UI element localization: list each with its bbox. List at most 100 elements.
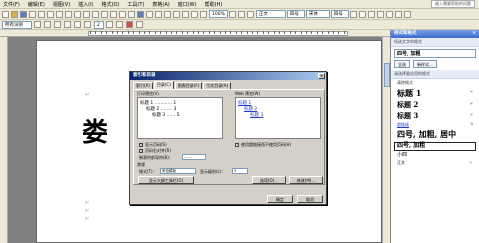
tab-index[interactable]: 索引(X) [133, 82, 153, 89]
format-painter-icon[interactable] [110, 10, 117, 18]
show-formatting-icon[interactable] [116, 21, 123, 28]
tab-toc[interactable]: 目录(C) [153, 81, 174, 89]
document-map-icon[interactable] [191, 10, 198, 18]
style-select[interactable]: 正文 [255, 10, 286, 18]
new-icon[interactable] [2, 10, 9, 18]
show-levels-spinner[interactable]: 3 [232, 168, 248, 174]
menu-insert[interactable]: 插入(I) [78, 1, 93, 8]
move-up-icon[interactable] [54, 21, 61, 28]
permission-icon[interactable] [29, 10, 36, 18]
spelling-icon[interactable] [65, 10, 72, 18]
current-format-box[interactable]: 四号, 加粗 [394, 49, 476, 58]
help-icon[interactable] [228, 10, 236, 18]
promote-icon[interactable] [34, 21, 41, 28]
demote-icon[interactable] [44, 21, 51, 28]
align-left-icon[interactable] [376, 10, 384, 18]
tab-leader-select[interactable]: ....... [182, 154, 206, 160]
email-icon[interactable] [38, 10, 45, 18]
research-icon[interactable] [74, 10, 81, 18]
general-group-label: 常规 [137, 162, 145, 167]
menu-table[interactable]: 表格(A) [152, 1, 169, 8]
justify-icon[interactable] [403, 10, 411, 18]
show-level-select[interactable]: 2 [94, 20, 104, 29]
tab-table-of-figures[interactable]: 图表目录(F) [174, 82, 203, 89]
menu-file[interactable]: 文件(F) [3, 1, 20, 8]
close-icon[interactable]: × [472, 30, 476, 38]
menu-help[interactable]: 帮助(H) [205, 1, 223, 8]
tables-icon[interactable] [146, 10, 153, 18]
cut-icon[interactable] [83, 10, 90, 18]
print-preview-icon[interactable] [56, 10, 63, 18]
right-align-checkbox[interactable]: ✓ 页码右对齐(R) [139, 148, 171, 154]
columns-icon[interactable] [173, 10, 180, 18]
collapse-icon[interactable] [84, 21, 91, 28]
font-size-select-2[interactable]: 四号 [330, 10, 349, 18]
styles-icon[interactable] [246, 10, 254, 18]
outline-level-select[interactable]: 所有词语 [2, 20, 32, 29]
underline-icon[interactable] [367, 10, 375, 18]
format-item-heading-2[interactable]: 标题 2 ↵ [394, 100, 476, 110]
save-icon[interactable] [20, 10, 27, 18]
move-down-icon[interactable] [64, 21, 71, 28]
excel-icon[interactable] [164, 10, 171, 18]
show-hide-icon[interactable] [200, 10, 207, 18]
font-select[interactable]: 宋体 [305, 10, 330, 18]
format-item-bold-centered[interactable]: 四号, 加粗, 居中 [394, 129, 476, 140]
current-format-label: 所选文字的格式 [391, 38, 479, 47]
format-item-heading-1[interactable]: 标题 1 ↵ [394, 88, 476, 99]
first-line-icon[interactable] [106, 21, 113, 28]
goto-toc-icon[interactable] [136, 21, 143, 28]
italic-icon[interactable] [358, 10, 366, 18]
use-hyperlinks-checkbox[interactable]: ✓ 使用超链接而不使用页码(H) [235, 142, 291, 148]
options-button[interactable]: 选项(O)... [252, 176, 286, 184]
format-item-body[interactable]: 正文 ↵ [394, 160, 476, 167]
zoom-select[interactable]: 100% [209, 10, 228, 18]
align-center-icon[interactable] [385, 10, 393, 18]
show-outline-toolbar-button[interactable]: 显示大纲工具栏(O) [138, 176, 194, 184]
format-item-bold[interactable]: 四号, 加粗 [394, 141, 476, 151]
format-item-hyperlink[interactable]: 超链接 a [394, 122, 476, 129]
ruler-tick [343, 31, 345, 34]
check-icon: ✓ [139, 149, 143, 153]
tab-table-of-authorities[interactable]: 引文目录(A) [203, 82, 232, 89]
bold-icon[interactable] [349, 10, 357, 18]
menu-edit[interactable]: 编辑(E) [28, 1, 45, 8]
menu-tools[interactable]: 工具(T) [127, 1, 144, 8]
print-icon[interactable] [47, 10, 54, 18]
menu-window[interactable]: 窗口(W) [178, 1, 197, 8]
vertical-ruler[interactable] [0, 37, 8, 243]
paste-icon[interactable] [101, 10, 108, 18]
cancel-button[interactable]: 取消 [297, 195, 323, 203]
drawing-icon[interactable] [182, 10, 189, 18]
align-right-icon[interactable] [394, 10, 402, 18]
format-item-clear[interactable]: 清除格式 [394, 80, 476, 87]
insert-table-icon[interactable] [155, 10, 162, 18]
ruler-tick [198, 31, 199, 34]
formats-select[interactable]: 来自模板 [160, 168, 196, 174]
format-item-small-four[interactable]: 小四 [394, 152, 476, 160]
redo-icon[interactable] [128, 10, 135, 18]
dialog-titlebar[interactable]: 索引和目录 × [130, 72, 326, 80]
read-icon[interactable] [237, 10, 245, 18]
ok-button[interactable]: 确定 [267, 195, 293, 203]
menu-format[interactable]: 格式(O) [102, 1, 120, 8]
close-icon[interactable]: × [318, 73, 325, 79]
update-toc-icon[interactable] [126, 21, 133, 28]
font-size-select[interactable]: 四号 [286, 10, 305, 18]
ruler-tick [322, 31, 324, 34]
document-heading-text[interactable]: 娄 [82, 120, 108, 146]
help-search-input[interactable]: 键入需要帮助的问题 [431, 0, 475, 8]
modify-button[interactable]: 修改(M)... [289, 176, 323, 184]
select-all-button[interactable]: 全选 [394, 60, 410, 68]
copy-icon[interactable] [92, 10, 99, 18]
horizontal-ruler[interactable] [0, 30, 390, 37]
new-style-button[interactable]: 新样式... [413, 60, 437, 68]
vertical-scrollbar[interactable] [382, 37, 390, 243]
format-item-heading-3[interactable]: 标题 3 ↵ [394, 111, 476, 121]
expand-icon[interactable] [74, 21, 81, 28]
open-icon[interactable] [11, 10, 18, 18]
hyperlink-icon[interactable] [137, 10, 144, 18]
undo-icon[interactable] [119, 10, 126, 18]
ruler-tick [257, 31, 259, 34]
menu-view[interactable]: 视图(V) [53, 1, 70, 8]
